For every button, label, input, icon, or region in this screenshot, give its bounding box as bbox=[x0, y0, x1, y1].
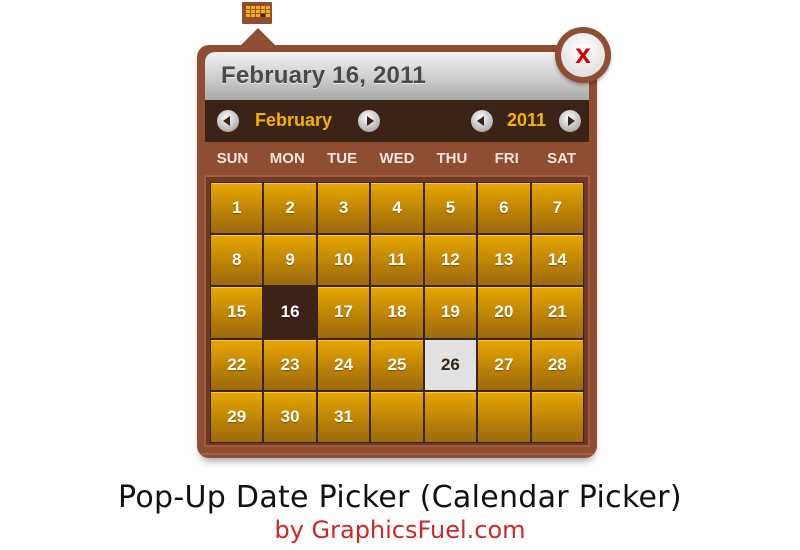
day-cell[interactable]: 14 bbox=[531, 235, 583, 286]
day-cell[interactable]: 19 bbox=[424, 287, 477, 338]
weekday-label: WED bbox=[379, 150, 415, 167]
day-cell[interactable]: 20 bbox=[478, 287, 530, 338]
prev-year-button[interactable] bbox=[471, 110, 493, 132]
day-cell-highlighted[interactable]: 26 bbox=[424, 339, 477, 390]
day-cell[interactable]: 7 bbox=[531, 183, 583, 234]
calendar-icon-cell bbox=[256, 14, 260, 17]
calendar-icon-cell bbox=[251, 14, 255, 17]
day-cell[interactable]: 4 bbox=[371, 183, 423, 234]
day-cell[interactable]: 5 bbox=[424, 183, 477, 234]
weekday-label: TUE bbox=[327, 150, 358, 167]
day-cell[interactable]: 12 bbox=[424, 235, 477, 286]
year-label: 2011 bbox=[507, 110, 547, 130]
calendar-icon-cell bbox=[261, 10, 265, 13]
calendar-icon-cell bbox=[266, 6, 270, 9]
day-cell[interactable]: 27 bbox=[478, 339, 530, 390]
date-picker-popup: February 16, 2011 February 2011 SUN MON … bbox=[197, 45, 597, 458]
day-cell[interactable]: 6 bbox=[478, 183, 530, 234]
day-cell[interactable]: 21 bbox=[531, 287, 583, 338]
calendar-trigger-button[interactable] bbox=[242, 2, 272, 24]
calendar-icon-cell bbox=[246, 14, 250, 17]
close-button[interactable]: x bbox=[555, 27, 611, 83]
day-cell-selected[interactable]: 16 bbox=[264, 287, 316, 338]
day-cell[interactable]: 25 bbox=[371, 339, 423, 390]
weekday-header-row: SUN MON TUE WED THU FRI SAT bbox=[205, 145, 589, 175]
caption-title: Pop-Up Date Picker (Calendar Picker) bbox=[118, 480, 682, 515]
weekday-label: SUN bbox=[216, 150, 249, 167]
day-cell[interactable]: 22 bbox=[211, 339, 263, 390]
calendar-icon-cell bbox=[246, 10, 250, 13]
popup-pointer bbox=[240, 28, 276, 46]
day-cell[interactable]: 31 bbox=[317, 391, 370, 442]
day-grid: 1 2 3 4 5 6 7 8 9 10 11 12 13 14 15 16 17 18 19 20 21 22 23 24 2… bbox=[210, 182, 584, 443]
month-label: February bbox=[255, 110, 333, 130]
day-cell[interactable]: 15 bbox=[211, 287, 263, 338]
calendar-icon-cell bbox=[246, 6, 250, 9]
calendar-icon-cell bbox=[261, 14, 265, 17]
day-cell-empty bbox=[478, 391, 530, 442]
day-cell[interactable]: 13 bbox=[478, 235, 530, 286]
calendar-icon-cell bbox=[261, 6, 265, 9]
calendar-icon-cell bbox=[251, 6, 255, 9]
month-year-navigation: February 2011 bbox=[205, 100, 589, 142]
calendar-icon-cell bbox=[256, 6, 260, 9]
weekday-label: SAT bbox=[547, 150, 577, 167]
calendar-icon-cell bbox=[266, 14, 270, 17]
next-year-button[interactable] bbox=[559, 110, 581, 132]
day-cell-empty bbox=[424, 391, 477, 442]
prev-month-button[interactable] bbox=[217, 110, 239, 132]
day-cell[interactable]: 24 bbox=[317, 339, 370, 390]
day-cell[interactable]: 8 bbox=[211, 235, 263, 286]
day-cell[interactable]: 30 bbox=[264, 391, 316, 442]
day-cell[interactable]: 23 bbox=[264, 339, 316, 390]
selected-date-display: February 16, 2011 bbox=[221, 62, 426, 89]
day-cell[interactable]: 17 bbox=[317, 287, 370, 338]
weekday-label: THU bbox=[436, 150, 468, 167]
day-cell[interactable]: 11 bbox=[371, 235, 423, 286]
caption-subtitle: by GraphicsFuel.com bbox=[274, 516, 526, 544]
day-cell[interactable]: 18 bbox=[371, 287, 423, 338]
day-cell[interactable]: 2 bbox=[264, 183, 316, 234]
day-cell-empty bbox=[531, 391, 583, 442]
close-icon: x bbox=[575, 38, 591, 69]
day-cell[interactable]: 1 bbox=[211, 183, 263, 234]
close-button-face: x bbox=[561, 33, 605, 77]
day-cell-empty bbox=[371, 391, 423, 442]
weekday-label: MON bbox=[269, 150, 305, 167]
next-month-button[interactable] bbox=[358, 110, 380, 132]
day-cell[interactable]: 3 bbox=[317, 183, 370, 234]
calendar-icon-cell bbox=[266, 10, 270, 13]
calendar-icon-cell bbox=[251, 10, 255, 13]
day-cell[interactable]: 9 bbox=[264, 235, 316, 286]
day-cell[interactable]: 10 bbox=[317, 235, 370, 286]
day-cell[interactable]: 28 bbox=[531, 339, 583, 390]
date-picker-header: February 16, 2011 bbox=[205, 52, 589, 100]
day-cell[interactable]: 29 bbox=[211, 391, 263, 442]
weekday-label: FRI bbox=[494, 150, 519, 167]
calendar-icon-cell bbox=[256, 10, 260, 13]
